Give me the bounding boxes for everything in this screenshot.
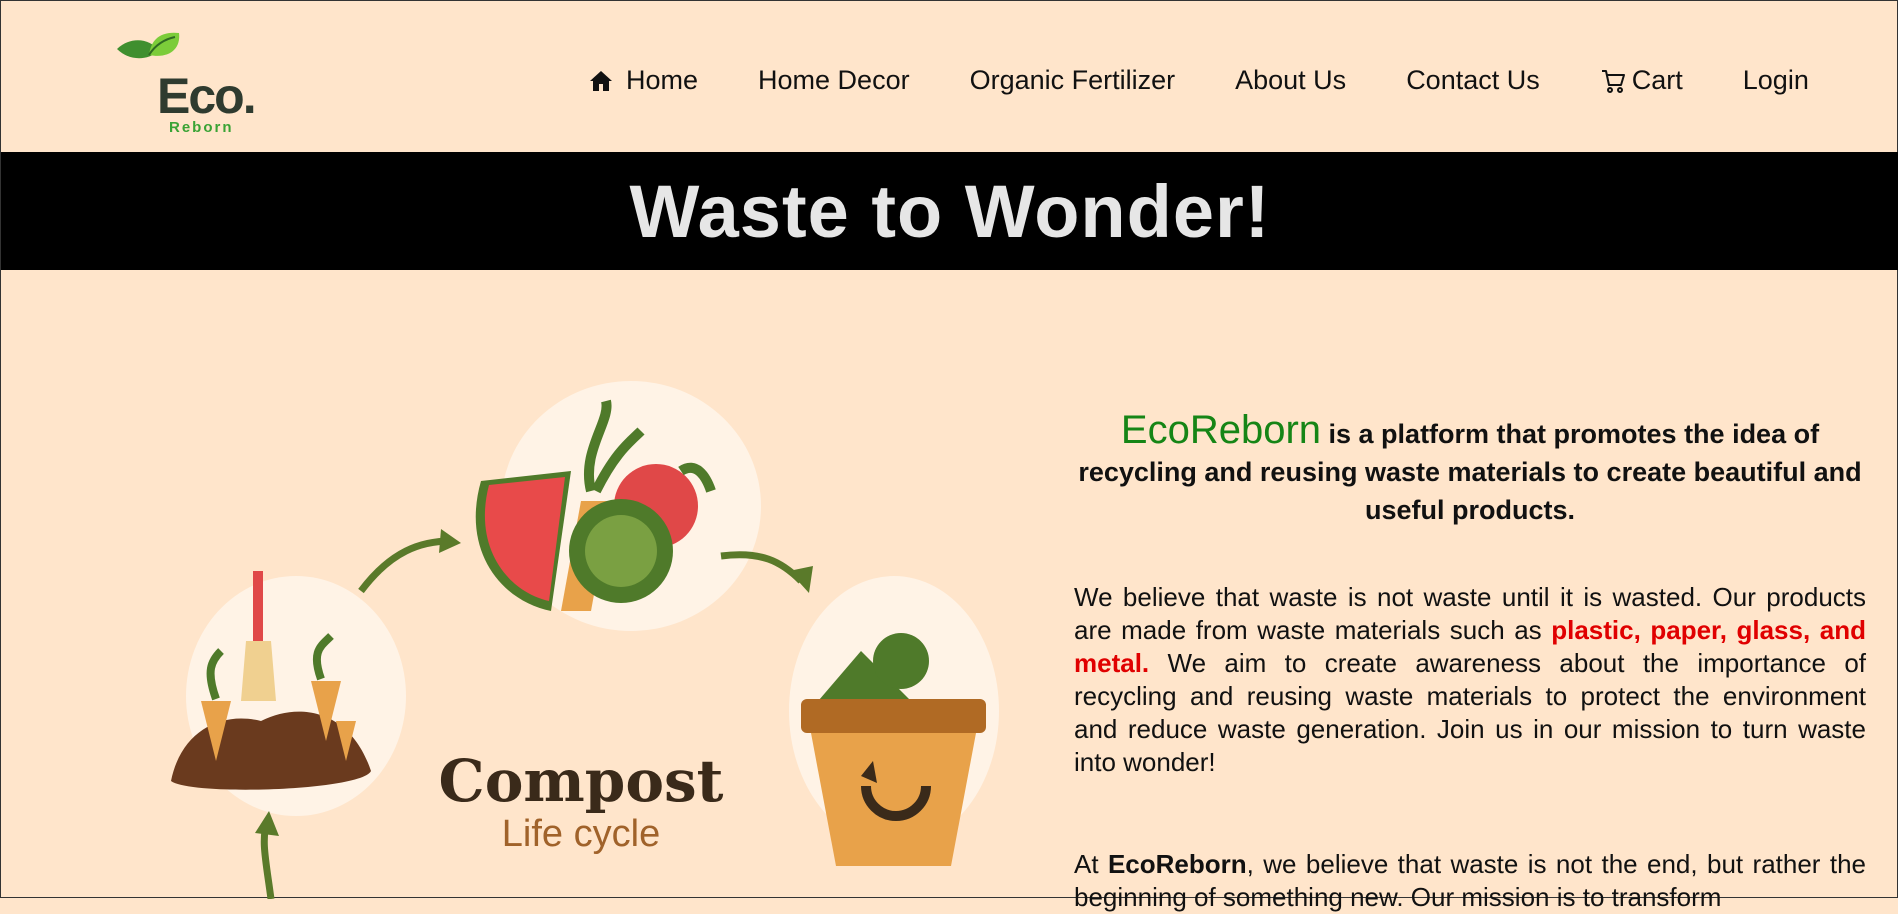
para2-before: At (1074, 849, 1108, 879)
cart-icon (1601, 69, 1625, 93)
nav-login-label: Login (1742, 65, 1809, 95)
intro-statement: EcoReborn is a platform that promotes th… (1066, 408, 1874, 529)
nav-contact-us-label: Contact Us (1406, 65, 1540, 95)
compost-illustration-image: Compost Life cycle (171, 381, 999, 900)
nav-cart-label: Cart (1631, 65, 1683, 95)
home-icon (590, 70, 612, 91)
nav-home-decor-label: Home Decor (758, 65, 910, 95)
illustration-subtitle: Life cycle (502, 813, 660, 855)
nav-about-us-label: About Us (1235, 65, 1347, 95)
para1-after: We aim to create awareness about the imp… (1074, 648, 1866, 777)
nav-login[interactable]: Login (1743, 65, 1809, 96)
logo-subtext: Reborn (169, 119, 234, 136)
nav-home-label: Home (626, 65, 699, 95)
para2-brand: EcoReborn (1107, 849, 1247, 879)
belief-paragraph: At EcoReborn, we believe that waste is n… (1074, 848, 1866, 914)
mission-paragraph: We believe that waste is not waste until… (1074, 581, 1866, 779)
nav-organic-fertilizer-label: Organic Fertilizer (969, 65, 1176, 95)
site-header: Eco. Reborn Home Home Decor Organic Fert… (1, 1, 1898, 152)
nav-contact-us[interactable]: Contact Us (1406, 65, 1540, 96)
compost-life-cycle-illustration: Compost Life cycle (161, 381, 1031, 900)
illustration-title: Compost (439, 747, 724, 815)
logo-text: Eco. (157, 68, 257, 124)
nav-about-us[interactable]: About Us (1235, 65, 1346, 96)
main-nav: Home Home Decor Organic Fertilizer About… (588, 65, 1809, 96)
nav-organic-fertilizer[interactable]: Organic Fertilizer (970, 65, 1176, 96)
nav-cart[interactable]: Cart (1600, 65, 1683, 96)
nav-home[interactable]: Home (588, 65, 698, 96)
hero-banner: Waste to Wonder! (1, 152, 1898, 270)
banner-title: Waste to Wonder! (629, 169, 1271, 253)
eco-reborn-logo[interactable]: Eco. Reborn (109, 31, 259, 141)
about-content: EcoReborn is a platform that promotes th… (1066, 408, 1874, 912)
brand-name: EcoReborn (1120, 408, 1322, 452)
nav-home-decor[interactable]: Home Decor (758, 65, 910, 96)
